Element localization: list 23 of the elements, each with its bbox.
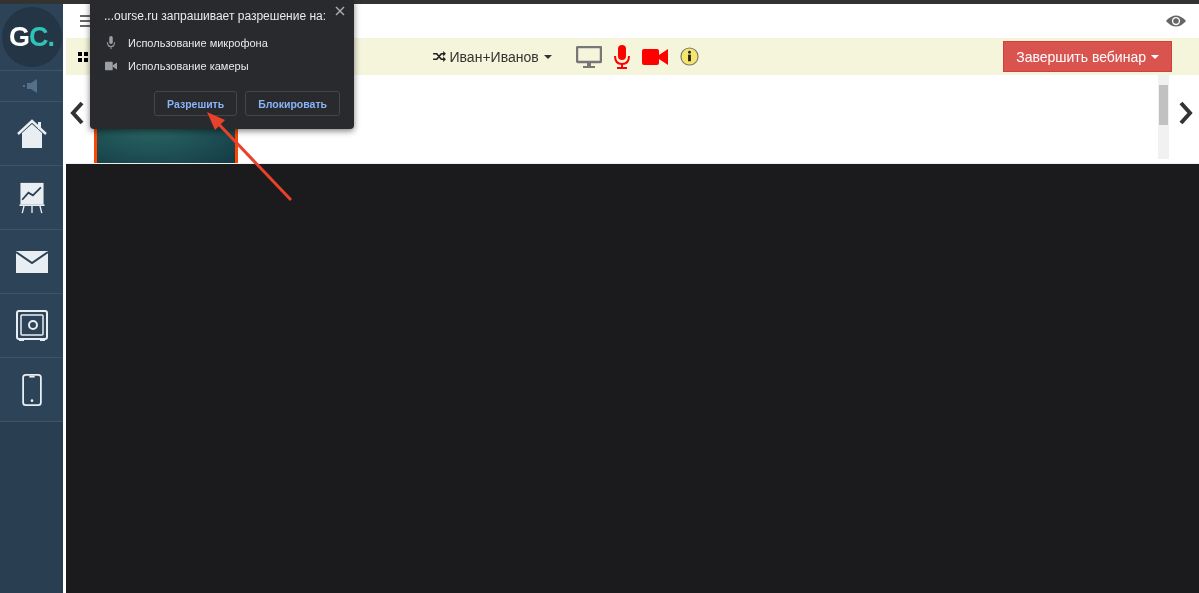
user-dropdown[interactable]: Иван+Иванов — [432, 48, 552, 65]
popup-title: ...ourse.ru запрашивает разрешение на: — [104, 9, 328, 23]
end-webinar-button[interactable]: Завершить вебинар — [1003, 41, 1172, 72]
logo[interactable]: GC. — [1, 7, 62, 67]
permission-label: Использование микрофона — [128, 36, 268, 49]
microphone-icon[interactable] — [613, 44, 630, 69]
microphone-icon — [104, 35, 118, 50]
allow-button[interactable]: Разрешить — [154, 91, 238, 116]
safe-icon[interactable] — [15, 309, 48, 342]
scrollbar[interactable] — [1158, 75, 1169, 159]
eye-icon[interactable] — [1165, 13, 1187, 29]
video-camera-icon — [104, 60, 118, 71]
chevron-left-icon[interactable] — [70, 101, 84, 125]
shuffle-icon — [432, 51, 446, 62]
info-icon[interactable] — [679, 47, 699, 66]
permission-label: Использование камеры — [128, 59, 249, 72]
grid-icon[interactable] — [78, 51, 88, 62]
chevron-right-icon[interactable] — [1179, 101, 1193, 125]
monitor-icon[interactable] — [575, 45, 602, 68]
video-camera-icon[interactable] — [641, 48, 668, 65]
home-icon[interactable] — [15, 117, 48, 150]
block-button[interactable]: Блокировать — [245, 91, 340, 116]
close-icon[interactable] — [335, 6, 345, 16]
